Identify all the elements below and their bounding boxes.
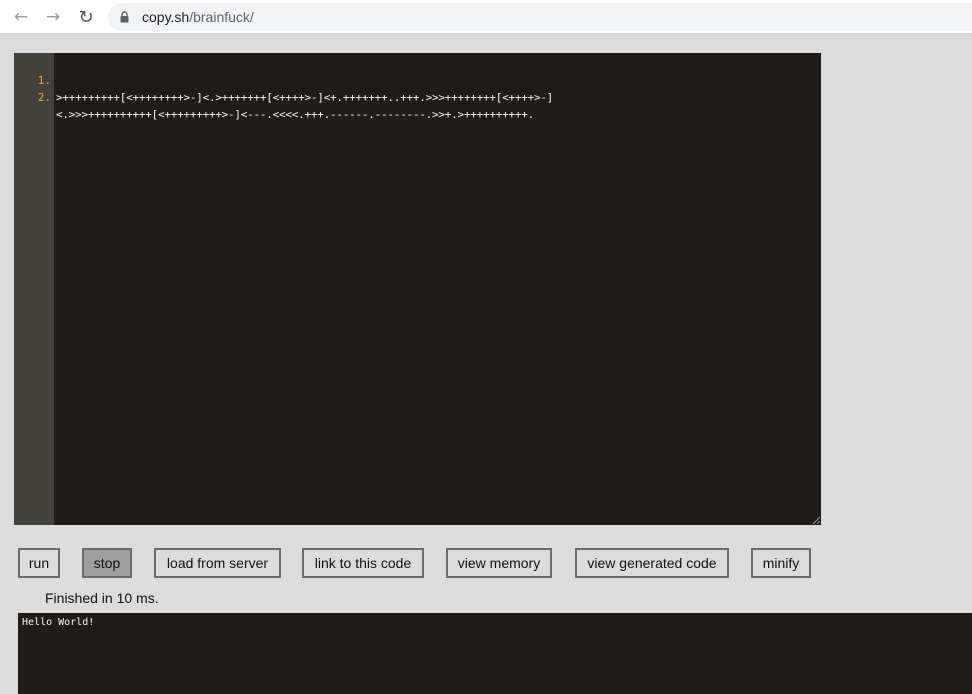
browser-toolbar: ← → ↻ copy.sh/brainfuck/ <box>0 0 972 34</box>
reload-icon[interactable]: ↻ <box>75 6 97 28</box>
code-line[interactable]: 2. <.>>>++++++++++[<+++++++++>-]<---.<<<… <box>14 72 821 121</box>
link-to-code-button[interactable]: link to this code <box>302 548 424 578</box>
lock-icon <box>120 11 129 23</box>
url-path: /brainfuck/ <box>189 9 254 25</box>
code-line[interactable]: 1. >+++++++++[<++++++++>-]<.>+++++++[<++… <box>14 55 821 104</box>
run-button[interactable]: run <box>18 548 60 578</box>
line-code[interactable]: >+++++++++[<++++++++>-]<.>+++++++[<++++>… <box>56 89 553 106</box>
line-code[interactable]: <.>>>++++++++++[<+++++++++>-]<---.<<<<.+… <box>56 106 534 123</box>
minify-button[interactable]: minify <box>751 548 811 578</box>
address-bar[interactable]: copy.sh/brainfuck/ <box>108 3 972 31</box>
output-text: Hello World! <box>22 617 95 628</box>
line-number: 2. <box>37 91 51 104</box>
status-text: Finished in 10 ms. <box>45 590 159 606</box>
view-generated-code-button[interactable]: view generated code <box>575 548 729 578</box>
resize-handle-icon[interactable] <box>812 516 820 524</box>
stop-button[interactable]: stop <box>82 548 132 578</box>
arrow-left-icon[interactable]: ← <box>10 6 32 28</box>
url-host: copy.sh <box>142 9 190 25</box>
url-text[interactable]: copy.sh/brainfuck/ <box>142 9 254 25</box>
load-from-server-button[interactable]: load from server <box>154 548 281 578</box>
arrow-right-icon[interactable]: → <box>42 6 64 28</box>
view-memory-button[interactable]: view memory <box>446 548 552 578</box>
code-editor[interactable]: 1. >+++++++++[<++++++++>-]<.>+++++++[<++… <box>14 53 821 525</box>
output-panel: Hello World! <box>18 613 972 694</box>
